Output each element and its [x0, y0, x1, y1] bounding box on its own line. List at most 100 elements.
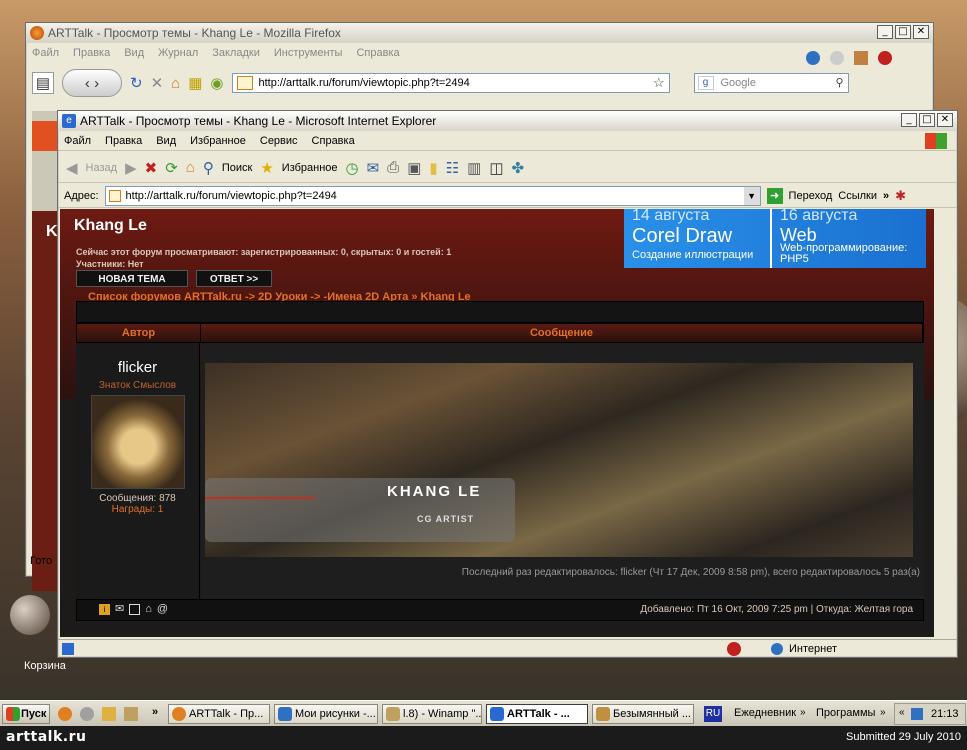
ie-menu-help[interactable]: Справка: [312, 135, 355, 147]
menu-view[interactable]: Вид: [124, 47, 144, 59]
forward-icon[interactable]: ▶: [125, 159, 137, 177]
post-username[interactable]: flicker: [76, 359, 199, 376]
print-icon[interactable]: ⎙: [387, 159, 399, 176]
search-icon[interactable]: ⚲: [835, 74, 843, 92]
quicklaunch-icon-3[interactable]: [102, 707, 116, 721]
google-icon[interactable]: g: [697, 76, 714, 90]
split-view-icon[interactable]: ◫: [489, 159, 503, 177]
task-ie[interactable]: ARTTalk - ...: [486, 704, 588, 724]
ie-close-button[interactable]: ✕: [937, 113, 953, 127]
history-icon[interactable]: ◷: [346, 159, 359, 177]
tray-expand-icon[interactable]: «: [899, 707, 905, 718]
ie-url-bar[interactable]: http://arttalk.ru/forum/viewtopic.php?t=…: [104, 185, 761, 206]
tray-network-icon[interactable]: [911, 708, 923, 720]
ie-window[interactable]: e ARTTalk - Просмотр темы - Khang Le - M…: [57, 110, 958, 658]
firefox-url-bar[interactable]: http://arttalk.ru/forum/viewtopic.php?t=…: [231, 73, 670, 93]
chevron-icon[interactable]: »: [883, 190, 889, 202]
home-icon[interactable]: ⌂: [186, 159, 195, 176]
menu-history[interactable]: Журнал: [158, 47, 198, 59]
go-icon[interactable]: ➜: [766, 187, 783, 204]
menu-file[interactable]: Файл: [32, 47, 59, 59]
url-dropdown-icon[interactable]: ▼: [743, 186, 760, 205]
menu-edit[interactable]: Правка: [73, 47, 110, 59]
addon-icon-2[interactable]: [854, 51, 868, 65]
quicklaunch-icon-2[interactable]: [80, 707, 94, 721]
ad-banner[interactable]: 14 августа Corel Draw Создание иллюстрац…: [624, 209, 926, 268]
menu-tools[interactable]: Инструменты: [274, 47, 343, 59]
post-awards[interactable]: Награды: 1: [76, 504, 199, 515]
stop-icon[interactable]: ✕: [151, 74, 164, 92]
ie-menu-edit[interactable]: Правка: [105, 135, 142, 147]
adblock-icon[interactable]: [878, 51, 892, 65]
tray-programs[interactable]: Программы: [816, 707, 875, 719]
task-firefox[interactable]: ARTTalk - Пр...: [168, 704, 270, 724]
back-forward-button[interactable]: ‹ ›: [62, 69, 122, 97]
sidebar-icon[interactable]: ▤: [32, 72, 54, 94]
extension-icon[interactable]: ◉: [210, 74, 223, 92]
ie-maximize-button[interactable]: □: [919, 113, 935, 127]
maximize-button[interactable]: □: [895, 25, 911, 39]
email-icon[interactable]: @: [157, 604, 168, 615]
ie-minimize-button[interactable]: _: [901, 113, 917, 127]
new-topic-button[interactable]: НОВАЯ ТЕМА: [76, 270, 188, 287]
ie-titlebar[interactable]: e ARTTalk - Просмотр темы - Khang Le - M…: [58, 111, 957, 131]
language-indicator[interactable]: RU: [704, 706, 722, 722]
popup-blocked-icon[interactable]: [727, 641, 741, 656]
star-icon[interactable]: ☆: [653, 74, 665, 92]
go-button[interactable]: Переход: [789, 190, 833, 202]
back-label[interactable]: Назад: [86, 162, 118, 174]
messenger-icon[interactable]: ☷: [446, 159, 459, 177]
pm-icon[interactable]: ✉: [115, 604, 124, 615]
back-icon[interactable]: ◀: [66, 159, 78, 177]
home-icon[interactable]: ⌂: [171, 75, 180, 92]
start-button[interactable]: Пуск: [2, 704, 50, 724]
ie-menu-file[interactable]: Файл: [64, 135, 91, 147]
khang-le-banner-image[interactable]: KHANG LE CG ARTIST: [205, 363, 913, 557]
addon-icon[interactable]: ✱: [895, 188, 906, 204]
edit-icon[interactable]: ▣: [407, 159, 421, 177]
menu-bookmarks[interactable]: Закладки: [212, 47, 260, 59]
website-icon[interactable]: ⌂: [145, 604, 152, 615]
close-button[interactable]: ✕: [913, 25, 929, 39]
reload-icon[interactable]: ↻: [130, 74, 143, 92]
ie-menu-tools[interactable]: Сервис: [260, 135, 298, 147]
search-icon[interactable]: ⚲: [203, 159, 214, 177]
quicklaunch-firefox-icon[interactable]: [58, 707, 72, 721]
task-my-pictures[interactable]: Мои рисунки -...: [274, 704, 378, 724]
quicklaunch-chevron-icon[interactable]: »: [152, 706, 158, 718]
tray-diary[interactable]: Ежедневник: [734, 707, 796, 719]
reply-button[interactable]: ОТВЕТ >>: [196, 270, 272, 287]
ie-menu-favorites[interactable]: Избранное: [190, 135, 246, 147]
blog-icon[interactable]: [129, 604, 141, 615]
quicklaunch-icon-4[interactable]: [124, 707, 138, 721]
tray-chevron-2-icon[interactable]: »: [880, 707, 886, 718]
recycle-bin-label[interactable]: Корзина: [24, 660, 66, 672]
recycle-bin-icon[interactable]: [10, 595, 50, 635]
search-label[interactable]: Поиск: [222, 162, 252, 174]
clock[interactable]: 21:13: [931, 708, 959, 720]
apps-icon[interactable]: ▦: [188, 74, 202, 92]
favorites-label[interactable]: Избранное: [282, 162, 338, 174]
stop-icon[interactable]: ✖: [145, 159, 158, 177]
task-winamp[interactable]: l.8) - Winamp "...: [382, 704, 482, 724]
ie-menu-view[interactable]: Вид: [156, 135, 176, 147]
topic-title[interactable]: Khang Le: [74, 217, 147, 235]
info-icon[interactable]: [830, 51, 844, 65]
msn-icon[interactable]: ✤: [512, 159, 525, 177]
addon-icon-1[interactable]: [806, 51, 820, 65]
tray-chevron-icon[interactable]: »: [800, 707, 806, 718]
research-icon[interactable]: ▥: [467, 159, 481, 177]
links-button[interactable]: Ссылки: [838, 190, 877, 202]
minimize-button[interactable]: _: [877, 25, 893, 39]
page-scrollbar[interactable]: [934, 209, 940, 637]
favorites-icon[interactable]: ★: [260, 159, 273, 177]
refresh-icon[interactable]: ⟳: [165, 159, 178, 177]
task-untitled[interactable]: Безымянный ...: [592, 704, 694, 724]
mail-icon[interactable]: ✉: [367, 159, 380, 177]
menu-help[interactable]: Справка: [356, 47, 399, 59]
firefox-titlebar[interactable]: ARTTalk - Просмотр темы - Khang Le - Moz…: [26, 23, 933, 43]
search-input[interactable]: g Google ⚲: [693, 73, 849, 93]
folder-icon[interactable]: ▮: [429, 159, 437, 177]
profile-icon[interactable]: i: [99, 604, 110, 615]
avatar[interactable]: [90, 395, 185, 489]
